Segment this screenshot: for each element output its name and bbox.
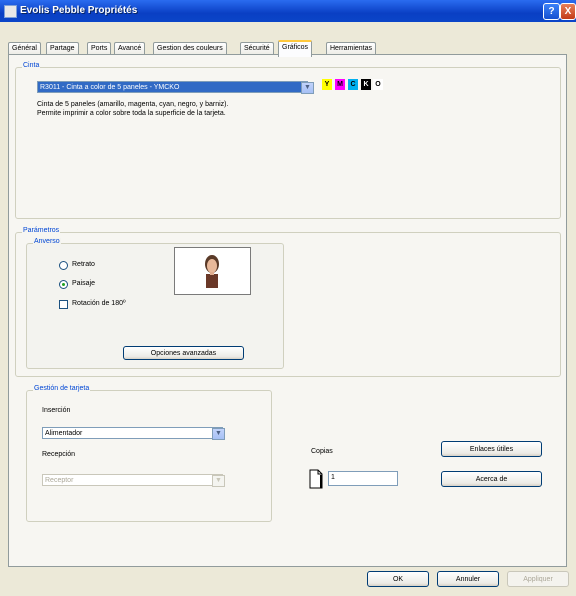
title-bar[interactable]: Evolis Pebble Propriétés ? X xyxy=(0,0,576,22)
cancel-button[interactable]: Annuler xyxy=(437,571,499,587)
cinta-legend: Cinta xyxy=(22,62,41,69)
tab-graficos[interactable]: Gráficos xyxy=(278,40,313,57)
ok-button[interactable]: OK xyxy=(367,571,429,587)
portrait-photo xyxy=(205,255,219,288)
gestion-legend: Gestión de tarjeta xyxy=(33,385,91,392)
card-preview xyxy=(174,247,251,295)
window-title: Evolis Pebble Propriétés xyxy=(20,5,138,16)
panel-o-swatch: O xyxy=(373,79,383,90)
ribbon-description-1: Cinta de 5 paneles (amarillo, magenta, c… xyxy=(37,101,229,108)
close-button[interactable]: X xyxy=(560,3,576,20)
ribbon-select[interactable]: R3011 - Cinta a color de 5 paneles - YMC… xyxy=(37,81,308,93)
portrait-label: Retrato xyxy=(72,261,95,268)
printer-icon xyxy=(4,5,17,18)
chevron-down-icon[interactable]: ▼ xyxy=(212,428,225,440)
panel-y-swatch: Y xyxy=(322,79,332,90)
rotation-checkbox[interactable] xyxy=(59,300,68,309)
help-button[interactable]: ? xyxy=(543,3,560,20)
apply-button[interactable]: Appliquer xyxy=(507,571,569,587)
landscape-label: Paisaje xyxy=(72,280,95,287)
rotation-label: Rotación de 180º xyxy=(72,300,126,307)
tab-panel-graficos: Cinta R3011 - Cinta a color de 5 paneles… xyxy=(8,54,567,567)
copies-input[interactable]: 1 xyxy=(328,471,398,486)
insertion-select[interactable]: Alimentador xyxy=(42,427,223,439)
panel-m-swatch: M xyxy=(335,79,345,90)
reception-label: Recepción xyxy=(42,451,76,458)
document-icon xyxy=(309,469,323,489)
advanced-options-button[interactable]: Opciones avanzadas xyxy=(123,346,244,360)
reception-select[interactable]: Receptor xyxy=(42,474,223,486)
chevron-down-icon[interactable]: ▼ xyxy=(301,82,314,94)
panel-k-swatch: K xyxy=(361,79,371,90)
useful-links-button[interactable]: Enlaces útiles xyxy=(441,441,542,457)
ribbon-description-2: Permite imprimir a color sobre toda la s… xyxy=(37,110,226,117)
anverso-legend: Anverso xyxy=(33,238,61,245)
portrait-radio[interactable] xyxy=(59,261,68,270)
about-button[interactable]: Acerca de xyxy=(441,471,542,487)
copies-label: Copias xyxy=(311,448,333,455)
landscape-radio[interactable] xyxy=(59,280,68,289)
chevron-down-icon[interactable]: ▼ xyxy=(212,475,225,487)
panel-c-swatch: C xyxy=(348,79,358,90)
parametros-legend: Parámetros xyxy=(22,227,61,234)
insertion-label: Inserción xyxy=(42,407,71,414)
properties-window: Evolis Pebble Propriétés ? X Général Par… xyxy=(0,0,576,596)
